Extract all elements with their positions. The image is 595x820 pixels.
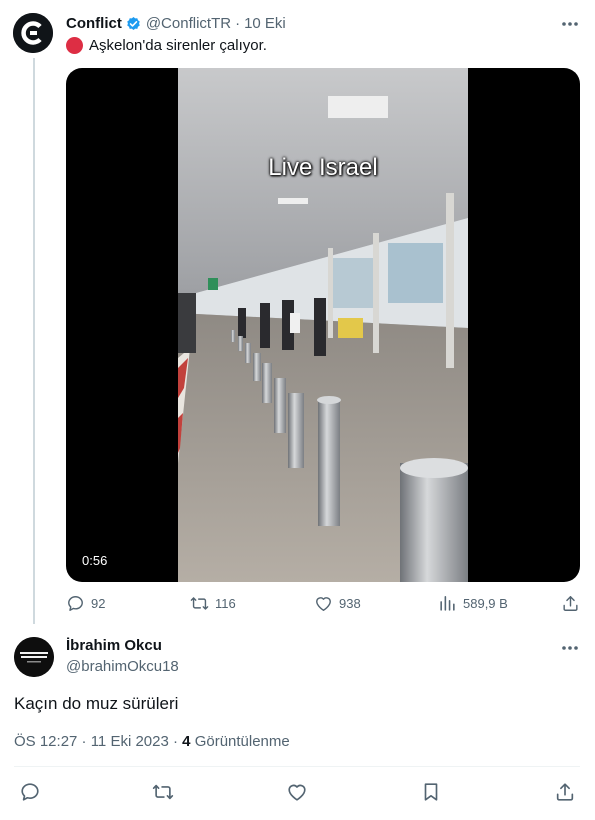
reply-icon [21, 783, 39, 801]
reply-text: Kaçın do muz sürüleri [14, 694, 179, 713]
like-count: 938 [339, 596, 361, 611]
more-icon[interactable] [557, 638, 583, 658]
reply-author-handle[interactable]: @brahimOkcu18 [66, 658, 179, 675]
bookmark-button[interactable] [419, 780, 443, 804]
like-button[interactable]: 938 [314, 594, 361, 613]
repost-count: 116 [215, 596, 236, 611]
divider [14, 766, 580, 767]
thread-line [33, 58, 35, 624]
video-player[interactable]: Live Israel 0:56 [66, 68, 580, 582]
views-icon [440, 595, 455, 611]
reply-repost-button[interactable] [151, 780, 175, 804]
video-frame: Live Israel [178, 68, 468, 582]
reply-count: 92 [91, 596, 106, 611]
reply-timestamp[interactable]: ÖS 12:27 · 11 Eki 2023 [14, 733, 169, 750]
tweet-text: Aşkelon'da sirenler çalıyor. [66, 37, 267, 54]
reply-share-button[interactable] [553, 780, 577, 804]
like-icon [316, 597, 331, 611]
tweet-text-content: Aşkelon'da sirenler çalıyor. [89, 37, 267, 54]
red-circle-icon [66, 37, 83, 54]
reply-views-count: 4 [182, 733, 191, 750]
reply-icon [68, 596, 83, 611]
share-icon [563, 596, 578, 611]
author-name[interactable]: Conflict [66, 15, 122, 32]
video-still [178, 68, 468, 582]
repost-button[interactable]: 116 [190, 594, 236, 613]
share-button[interactable] [561, 594, 580, 613]
reply-button[interactable]: 92 [66, 594, 105, 613]
views-count: 589,9 B [463, 596, 508, 611]
tweet-date[interactable]: 10 Eki [244, 15, 286, 32]
repost-icon [152, 784, 174, 800]
reply-avatar[interactable] [14, 637, 54, 677]
reply-author-name[interactable]: İbrahim Okcu [66, 637, 162, 654]
tweet-header: Conflict @ConflictTR · 10 Eki [66, 15, 286, 32]
video-caption: Live Israel [268, 154, 378, 181]
video-duration: 0:56 [76, 551, 114, 570]
reply-like-button[interactable] [285, 780, 309, 804]
more-icon[interactable] [557, 14, 583, 34]
reply-meta: ÖS 12:27 · 11 Eki 2023 · 4 Görüntülenme [14, 733, 290, 750]
repost-icon [190, 597, 209, 610]
reply-reply-button[interactable] [18, 780, 42, 804]
verified-badge-icon [125, 15, 142, 32]
author-handle[interactable]: @ConflictTR [146, 15, 231, 32]
views-button[interactable]: 589,9 B [438, 594, 508, 613]
share-icon [556, 783, 574, 801]
avatar[interactable] [13, 13, 53, 53]
reply-views-label: Görüntülenme [194, 733, 290, 750]
separator: · [235, 15, 241, 32]
bookmark-icon [424, 783, 438, 801]
like-icon [288, 784, 306, 801]
